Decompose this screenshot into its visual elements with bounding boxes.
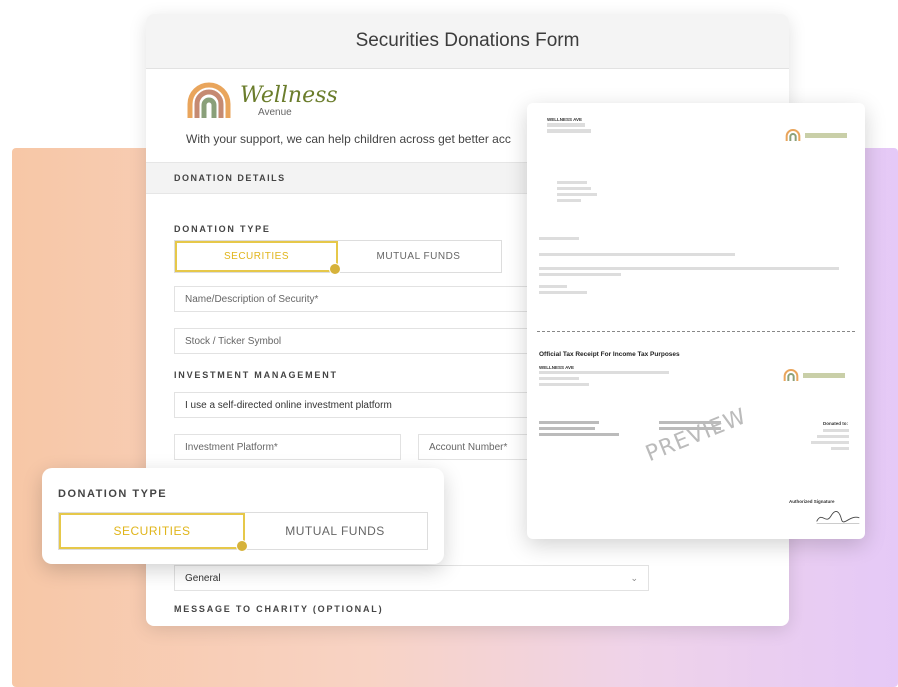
receipt-title: Official Tax Receipt For Income Tax Purp… bbox=[539, 351, 680, 358]
securities-option-label: SECURITIES bbox=[223, 251, 289, 262]
ticker-symbol-input[interactable]: Stock / Ticker Symbol bbox=[174, 328, 529, 354]
investment-management-select[interactable]: I use a self-directed online investment … bbox=[174, 392, 529, 418]
signature-label: Authorized Signature bbox=[789, 499, 835, 504]
donor-line bbox=[817, 435, 849, 438]
preview-recipient-line bbox=[557, 199, 581, 202]
preview-address-line bbox=[547, 129, 591, 133]
section-header-text: DONATION DETAILS bbox=[174, 173, 286, 183]
receipt-preview: WELLNESS AVE Official Tax Receipt For In… bbox=[527, 103, 865, 539]
account-number-input[interactable]: Account Number* bbox=[418, 434, 528, 460]
preview-body-line bbox=[539, 253, 735, 256]
form-tagline: With your support, we can help children … bbox=[186, 132, 511, 146]
donated-to-label: Donated to: bbox=[823, 421, 848, 426]
callout-label: DONATION TYPE bbox=[58, 488, 168, 500]
donor-line bbox=[811, 441, 849, 444]
fund-select[interactable]: General ⌄ bbox=[174, 565, 649, 591]
callout-securities-label: SECURITIES bbox=[113, 524, 191, 538]
wellness-logo: Wellness Avenue bbox=[186, 82, 338, 118]
preview-body-line bbox=[539, 237, 579, 240]
preview-logo-icon bbox=[785, 129, 801, 141]
fund-select-value: General bbox=[185, 572, 221, 584]
mutual-funds-option[interactable]: MUTUAL FUNDS bbox=[338, 241, 499, 272]
securities-option[interactable]: SECURITIES bbox=[175, 241, 341, 275]
donation-type-callout: DONATION TYPE SECURITIES MUTUAL FUNDS bbox=[42, 468, 444, 564]
preview-watermark: PREVIEW bbox=[642, 403, 751, 468]
receipt-org-line bbox=[539, 377, 579, 380]
form-header: Securities Donations Form bbox=[146, 14, 789, 69]
callout-securities-option[interactable]: SECURITIES bbox=[59, 513, 248, 552]
receipt-org-line bbox=[539, 383, 589, 386]
preview-body-line bbox=[539, 285, 567, 288]
preview-recipient-line bbox=[557, 187, 591, 190]
callout-donation-toggle: SECURITIES MUTUAL FUNDS bbox=[58, 512, 428, 552]
preview-body-line bbox=[539, 291, 587, 294]
investment-management-label: INVESTMENT MANAGEMENT bbox=[174, 370, 338, 380]
preview-logo-wordmark bbox=[805, 133, 847, 138]
preview-address-line bbox=[547, 123, 585, 127]
preview-body-line bbox=[539, 273, 621, 276]
receipt-detail-line bbox=[539, 421, 599, 424]
mutual-funds-option-label: MUTUAL FUNDS bbox=[376, 251, 461, 262]
receipt-detail-line bbox=[539, 427, 595, 430]
security-name-input[interactable]: Name/Description of Security* bbox=[174, 286, 529, 312]
logo-subtext: Avenue bbox=[258, 107, 292, 118]
message-label: MESSAGE TO CHARITY (OPTIONAL) bbox=[174, 604, 384, 614]
receipt-logo-icon bbox=[783, 369, 799, 381]
signature-icon bbox=[816, 511, 860, 524]
receipt-org-line bbox=[539, 371, 669, 374]
receipt-logo-wordmark bbox=[803, 373, 845, 378]
preview-recipient-line bbox=[557, 193, 597, 196]
donation-type-toggle: SECURITIES MUTUAL FUNDS bbox=[174, 240, 502, 275]
chevron-down-icon: ⌄ bbox=[630, 573, 638, 583]
receipt-detail-line bbox=[539, 433, 619, 436]
preview-body-line bbox=[539, 267, 839, 270]
logo-wordmark: Wellness bbox=[240, 83, 338, 108]
donor-line bbox=[831, 447, 849, 450]
rainbow-logo-icon bbox=[187, 82, 231, 118]
callout-mutual-funds-option[interactable]: MUTUAL FUNDS bbox=[245, 513, 425, 549]
donation-type-label: DONATION TYPE bbox=[174, 224, 271, 234]
receipt-divider bbox=[537, 331, 855, 332]
donor-line bbox=[823, 429, 849, 432]
preview-recipient-line bbox=[557, 181, 587, 184]
callout-mutual-funds-label: MUTUAL FUNDS bbox=[285, 524, 385, 538]
form-title: Securities Donations Form bbox=[355, 30, 580, 51]
investment-platform-input[interactable]: Investment Platform* bbox=[174, 434, 401, 460]
